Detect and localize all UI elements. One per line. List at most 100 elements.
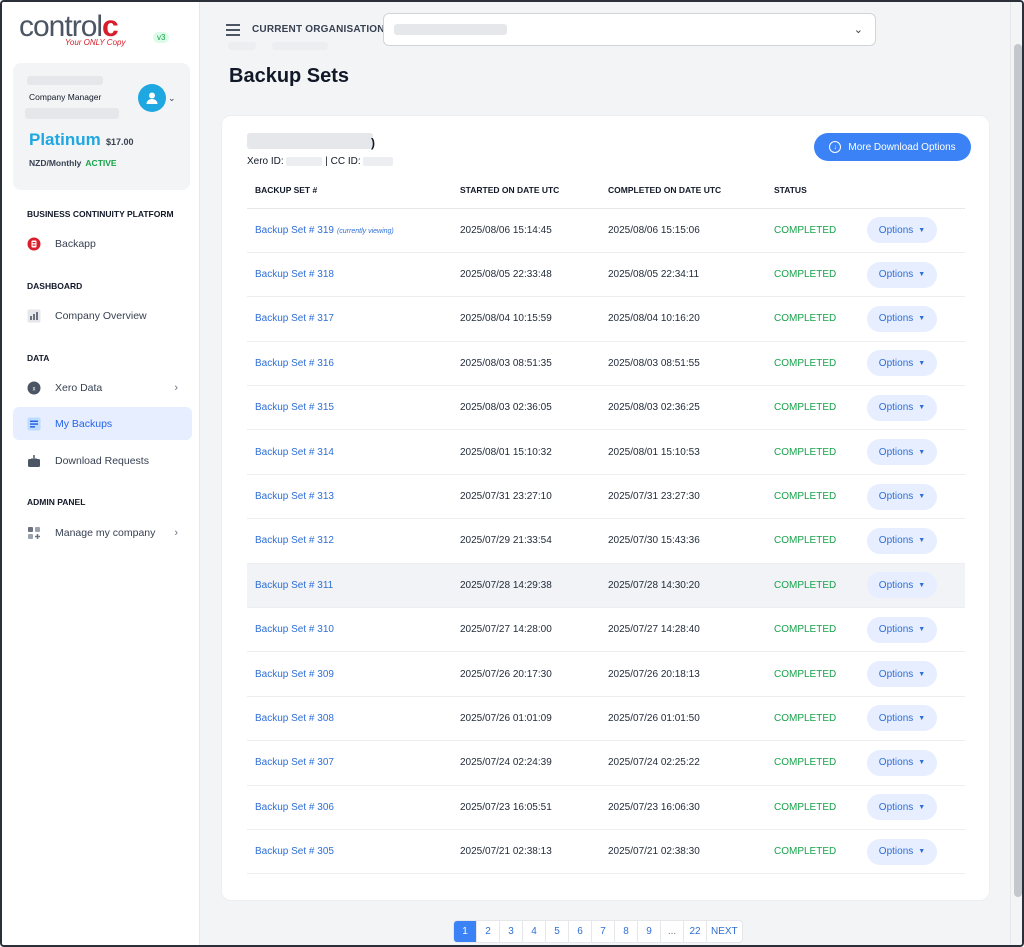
backup-set-name: Backup Set # 313 <box>255 491 334 503</box>
started-date: 2025/07/31 23:27:10 <box>452 474 600 520</box>
sidebar-item-download-requests[interactable]: Download Requests <box>13 444 192 477</box>
options-button[interactable]: Options ▼ <box>867 749 937 776</box>
sidebar-item-xero-data[interactable]: x Xero Data › <box>13 371 192 404</box>
options-label: Options <box>878 313 914 325</box>
pagination: 1 2 3 4 5 6 7 8 9... 22 NEXT <box>453 920 743 943</box>
section-label-data: DATA <box>27 353 50 363</box>
sidebar-item-company-overview[interactable]: Company Overview <box>13 299 192 332</box>
backup-sets-table: BACKUP SET # STARTED ON DATE UTC COMPLET… <box>247 173 965 875</box>
backup-set-name: Backup Set # 315 <box>255 402 334 414</box>
pagination-page-4[interactable]: 4 <box>523 921 546 942</box>
sidebar-item-backapp[interactable]: Backapp <box>13 227 192 260</box>
caret-down-icon: ▼ <box>918 226 926 234</box>
actions-cell: Options ▼ <box>859 208 965 253</box>
backup-set-link[interactable]: Backup Set # 313 <box>247 474 452 520</box>
started-date: 2025/07/28 14:29:38 <box>452 563 600 609</box>
pagination-page-6[interactable]: 6 <box>569 921 592 942</box>
options-button[interactable]: Options ▼ <box>867 616 937 643</box>
pagination-ellipsis: ... <box>661 921 684 942</box>
options-button[interactable]: Options ▼ <box>867 705 937 732</box>
caret-down-icon: ▼ <box>918 359 926 367</box>
redacted-xero-id <box>286 156 323 166</box>
backup-set-name: Backup Set # 312 <box>255 535 334 547</box>
options-button[interactable]: Options ▼ <box>867 572 937 599</box>
backup-set-link[interactable]: Backup Set # 305 <box>247 829 452 875</box>
actions-cell: Options ▼ <box>859 785 965 830</box>
status-cell: COMPLETED <box>766 829 859 875</box>
redacted-breadcrumb <box>272 42 328 50</box>
table-row: Backup Set # 312 2025/07/29 21:33:54 2025/… <box>247 518 965 564</box>
actions-cell: Options ▼ <box>859 651 965 697</box>
status-badge: ACTIVE <box>85 158 117 168</box>
xero-id-label: Xero ID: <box>247 156 284 167</box>
pagination-page-9[interactable]: 9 <box>638 921 661 942</box>
backup-set-name: Backup Set # 317 <box>255 313 334 325</box>
backup-set-link[interactable]: Backup Set # 308 <box>247 696 452 742</box>
more-download-options-button[interactable]: ↓ More Download Options <box>814 133 971 161</box>
options-button[interactable]: Options ▼ <box>867 439 937 466</box>
brand-logo[interactable]: controlc Your ONLY Copy v3 <box>19 10 170 47</box>
status-cell: COMPLETED <box>766 740 859 786</box>
scrollbar-thumb[interactable] <box>1014 44 1022 897</box>
options-button[interactable]: Options ▼ <box>867 661 937 688</box>
xero-icon: x <box>27 381 41 395</box>
options-button[interactable]: Options ▼ <box>867 483 937 510</box>
options-button[interactable]: Options ▼ <box>867 527 937 554</box>
backup-set-link[interactable]: Backup Set # 310 <box>247 607 452 653</box>
status-cell: COMPLETED <box>766 563 859 609</box>
options-label: Options <box>878 712 914 724</box>
options-button[interactable]: Options ▼ <box>867 794 937 821</box>
chevron-down-icon[interactable]: ⌄ <box>168 93 176 104</box>
backup-set-link[interactable]: Backup Set # 315 <box>247 385 452 431</box>
pagination-next-button[interactable]: NEXT <box>707 921 742 942</box>
started-date: 2025/08/03 02:36:05 <box>452 385 600 431</box>
options-button[interactable]: Options ▼ <box>867 350 937 377</box>
redacted-org-title <box>247 133 373 149</box>
backup-set-link[interactable]: Backup Set # 307 <box>247 740 452 786</box>
backup-set-link[interactable]: Backup Set # 318 <box>247 252 452 298</box>
sidebar-item-label: Xero Data <box>55 381 103 394</box>
backup-set-link[interactable]: Backup Set # 306 <box>247 785 452 830</box>
completed-date: 2025/07/27 14:28:40 <box>600 607 766 653</box>
menu-toggle-button[interactable] <box>226 24 240 36</box>
pagination-page-2[interactable]: 2 <box>477 921 500 942</box>
options-label: Options <box>878 801 914 813</box>
table-row: Backup Set # 308 2025/07/26 01:01:09 2025/… <box>247 696 965 742</box>
cc-id-label: | CC ID: <box>325 156 361 167</box>
version-badge: v3 <box>153 32 170 43</box>
pagination-page-5[interactable]: 5 <box>546 921 569 942</box>
backup-set-link[interactable]: Backup Set # 317 <box>247 296 452 342</box>
caret-down-icon: ▼ <box>918 581 926 589</box>
actions-cell: Options ▼ <box>859 563 965 609</box>
backup-set-link[interactable]: Backup Set # 319 (currently viewing) <box>247 208 452 253</box>
pagination-page-1[interactable]: 1 <box>454 921 477 942</box>
organisation-select[interactable]: ⌄ <box>383 13 876 46</box>
backup-set-link[interactable]: Backup Set # 316 <box>247 341 452 387</box>
table-header-row: BACKUP SET # STARTED ON DATE UTC COMPLET… <box>247 173 965 209</box>
backup-set-link[interactable]: Backup Set # 311 <box>247 563 452 609</box>
sidebar-item-my-backups[interactable]: My Backups <box>13 407 192 440</box>
pagination-page-7[interactable]: 7 <box>592 921 615 942</box>
options-button[interactable]: Options ▼ <box>867 261 937 288</box>
backup-set-link[interactable]: Backup Set # 314 <box>247 429 452 475</box>
status-cell: COMPLETED <box>766 341 859 387</box>
actions-cell: Options ▼ <box>859 829 965 875</box>
pagination-page-22[interactable]: 22 <box>684 921 707 942</box>
pagination-page-3[interactable]: 3 <box>500 921 523 942</box>
sidebar-item-manage-company[interactable]: Manage my company › <box>13 516 192 549</box>
completed-date: 2025/07/31 23:27:30 <box>600 474 766 520</box>
pagination-page-8[interactable]: 8 <box>615 921 638 942</box>
redacted-cc-id <box>363 156 394 166</box>
options-button[interactable]: Options ▼ <box>867 394 937 421</box>
options-button[interactable]: Options ▼ <box>867 838 937 865</box>
backup-set-name: Backup Set # 308 <box>255 712 334 724</box>
backup-set-link[interactable]: Backup Set # 309 <box>247 651 452 697</box>
completed-date: 2025/07/21 02:38:30 <box>600 829 766 875</box>
options-button[interactable]: Options ▼ <box>867 305 937 332</box>
options-label: Options <box>878 757 914 769</box>
scrollbar[interactable] <box>1010 2 1022 945</box>
backup-set-link[interactable]: Backup Set # 312 <box>247 518 452 564</box>
avatar[interactable] <box>138 84 166 112</box>
org-title-suffix: ) <box>371 136 375 150</box>
options-button[interactable]: Options ▼ <box>867 217 937 244</box>
